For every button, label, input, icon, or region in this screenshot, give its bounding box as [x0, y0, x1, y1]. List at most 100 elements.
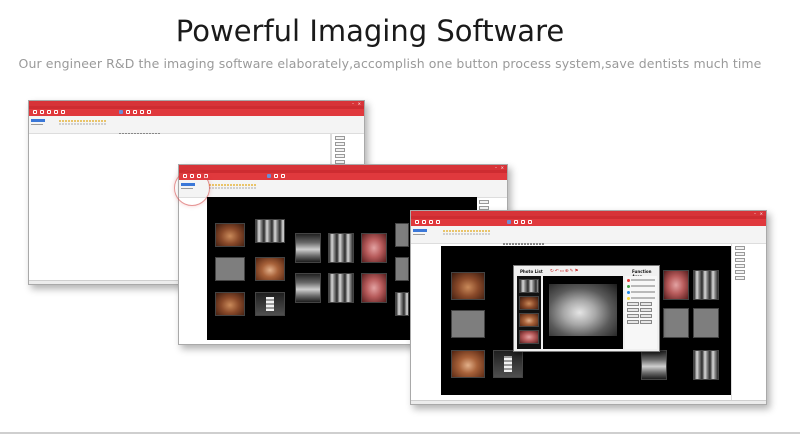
- tooth-chart[interactable]: [209, 184, 256, 191]
- xray-thumbnail[interactable]: [641, 350, 667, 380]
- photo-thumbnail[interactable]: [663, 270, 689, 300]
- photo-thumbnail[interactable]: [519, 313, 539, 327]
- toolbar-tool-icon[interactable]: [521, 220, 525, 224]
- empty-thumbnail[interactable]: [663, 308, 689, 338]
- toolbar-tool-icon[interactable]: [33, 110, 37, 114]
- toolbar-tool-icon[interactable]: [274, 174, 278, 178]
- slider[interactable]: [631, 285, 655, 287]
- toolbar-tool-icon[interactable]: [528, 220, 532, 224]
- photo-thumbnail[interactable]: [361, 273, 387, 303]
- photo-thumbnail[interactable]: [215, 223, 245, 247]
- page-subtitle: Our engineer R&D the imaging software el…: [18, 56, 762, 71]
- dialog-toolbar: ↻↶▭⊕✎⚑: [550, 269, 579, 274]
- tree-item-selected[interactable]: [31, 119, 45, 122]
- photo-thumbnail[interactable]: [519, 330, 539, 344]
- empty-thumbnail[interactable]: [693, 308, 719, 338]
- side-panel-button[interactable]: [735, 252, 745, 256]
- toolbar-selected-tool-icon[interactable]: [267, 174, 271, 178]
- side-panel-button[interactable]: [335, 136, 345, 140]
- implant-thumbnail[interactable]: [493, 350, 523, 378]
- xray-thumbnail[interactable]: [519, 279, 539, 293]
- photo-thumbnail[interactable]: [255, 257, 285, 281]
- bottom-divider: [0, 432, 800, 434]
- function-button[interactable]: [640, 314, 652, 318]
- implant-thumbnail[interactable]: [255, 292, 285, 316]
- toolbar-tool-icon[interactable]: [415, 220, 419, 224]
- toolbar-tool-icon[interactable]: [54, 110, 58, 114]
- tooth-grid[interactable]: [269, 184, 305, 218]
- photo-thumbnail[interactable]: [451, 350, 485, 378]
- empty-thumbnail[interactable]: [451, 310, 485, 338]
- xray-thumbnail[interactable]: [255, 219, 285, 243]
- highlight-circle: [174, 170, 210, 206]
- empty-thumbnail[interactable]: [215, 257, 245, 281]
- side-panel-button[interactable]: [735, 258, 745, 262]
- toolbar-tool-icon[interactable]: [133, 110, 137, 114]
- slider[interactable]: [631, 297, 655, 299]
- xray-thumbnail[interactable]: [693, 270, 719, 300]
- xray-thumbnail[interactable]: [328, 233, 354, 263]
- empty-thumbnail[interactable]: [395, 223, 409, 247]
- tooth-chart[interactable]: [59, 120, 106, 127]
- tree-item-selected[interactable]: [413, 229, 427, 232]
- toolbar-tool-icon[interactable]: [429, 220, 433, 224]
- side-panel-button[interactable]: [735, 264, 745, 268]
- toolbar-tool-icon[interactable]: [126, 110, 130, 114]
- side-panel-button[interactable]: [735, 270, 745, 274]
- toolbar-tool-icon[interactable]: [140, 110, 144, 114]
- tree-item[interactable]: [31, 124, 43, 125]
- photo-list-label: Photo List: [520, 269, 543, 274]
- function-button[interactable]: [627, 302, 639, 306]
- patient-tree: [413, 228, 427, 236]
- toolbar-tool-icon[interactable]: [281, 174, 285, 178]
- toolbar-tool-icon[interactable]: [47, 110, 51, 114]
- photo-thumbnail[interactable]: [451, 272, 485, 300]
- side-panel-button[interactable]: [335, 142, 345, 146]
- function-button[interactable]: [640, 302, 652, 306]
- photo-thumbnail[interactable]: [361, 233, 387, 263]
- slider[interactable]: [631, 291, 655, 293]
- function-button[interactable]: [640, 308, 652, 312]
- xray-thumbnail[interactable]: [295, 233, 321, 263]
- toolbar-tool-icon[interactable]: [436, 220, 440, 224]
- slider[interactable]: [631, 279, 655, 281]
- toolbar: [411, 219, 766, 226]
- photo-list-dialog[interactable]: Photo List ↻↶▭⊕✎⚑ Function Area: [513, 265, 660, 352]
- side-panel-button[interactable]: [735, 246, 745, 250]
- function-button[interactable]: [640, 320, 652, 324]
- xray-image: [549, 284, 617, 336]
- side-panel-button[interactable]: [735, 276, 745, 280]
- function-button[interactable]: [627, 308, 639, 312]
- photo-thumbnail[interactable]: [215, 292, 245, 316]
- flag-icon[interactable]: ⚑: [574, 269, 579, 274]
- toolbar-tool-icon[interactable]: [147, 110, 151, 114]
- xray-thumbnail[interactable]: [693, 350, 719, 380]
- image-viewer[interactable]: [543, 276, 623, 349]
- tree-item[interactable]: [413, 234, 425, 235]
- toolbar-tool-icon[interactable]: [40, 110, 44, 114]
- color-swatch[interactable]: [627, 296, 630, 300]
- side-panel-button[interactable]: [335, 148, 345, 152]
- color-swatch[interactable]: [627, 278, 630, 282]
- photo-thumbnail[interactable]: [519, 296, 539, 310]
- toolbar-tool-icon[interactable]: [514, 220, 518, 224]
- xray-thumbnail[interactable]: [395, 292, 409, 316]
- xray-thumbnail[interactable]: [328, 273, 354, 303]
- color-swatch[interactable]: [627, 290, 630, 294]
- toolbar-tool-icon[interactable]: [422, 220, 426, 224]
- toolbar-selected-tool-icon[interactable]: [507, 220, 511, 224]
- empty-thumbnail[interactable]: [395, 257, 409, 281]
- function-button[interactable]: [627, 320, 639, 324]
- tooth-grid[interactable]: [503, 230, 545, 264]
- color-swatch[interactable]: [627, 284, 630, 288]
- toolbar-selected-tool-icon[interactable]: [119, 110, 123, 114]
- side-panel-button[interactable]: [479, 200, 489, 204]
- photo-list[interactable]: [517, 276, 541, 349]
- status-bar: [411, 400, 766, 404]
- side-panel-button[interactable]: [335, 154, 345, 158]
- toolbar-tool-icon[interactable]: [61, 110, 65, 114]
- function-button[interactable]: [627, 314, 639, 318]
- xray-thumbnail[interactable]: [295, 273, 321, 303]
- tooth-chart[interactable]: [443, 230, 490, 237]
- tooth-grid[interactable]: [119, 120, 161, 154]
